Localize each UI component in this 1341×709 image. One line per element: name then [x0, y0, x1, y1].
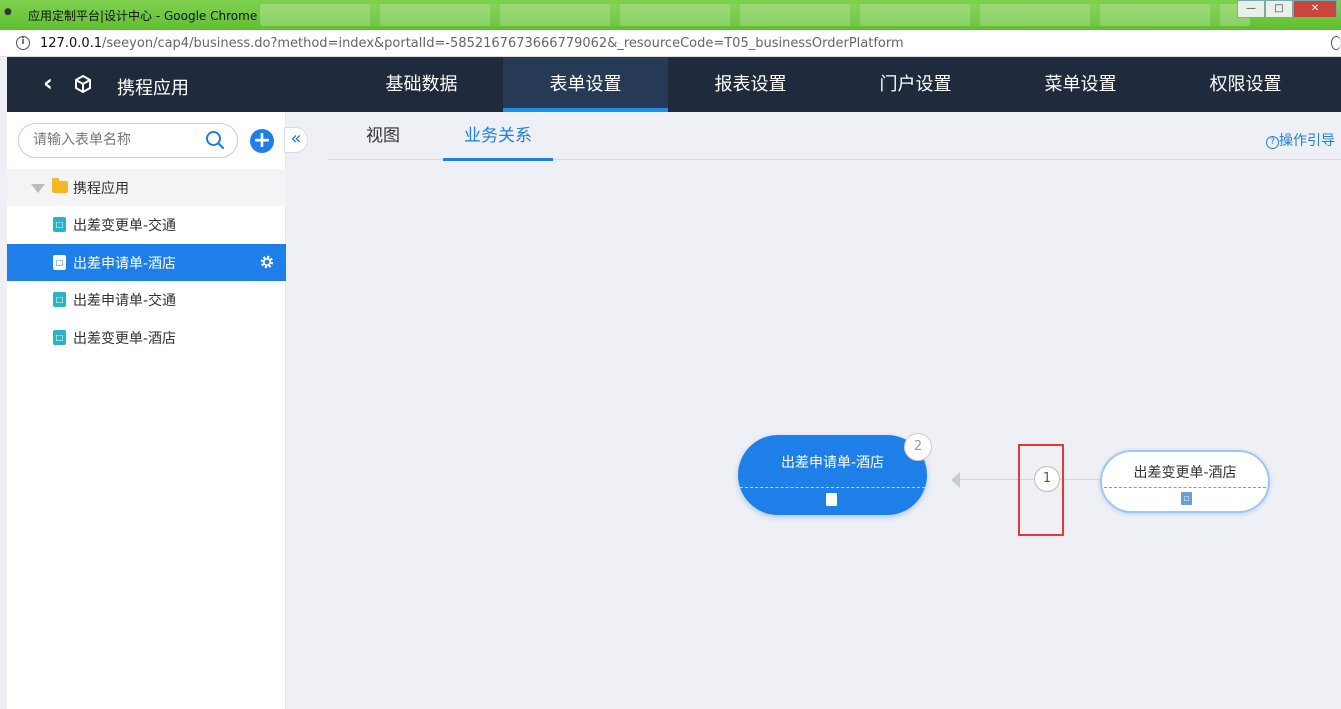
- nav-tab-report-settings[interactable]: 报表设置: [668, 57, 833, 112]
- tree-item-label: 出差申请单-酒店: [73, 256, 177, 272]
- main-node-label: 出差申请单-酒店: [780, 455, 885, 471]
- operation-guide-label: 操作引导: [1279, 133, 1335, 149]
- tab-view[interactable]: 视图: [356, 112, 410, 160]
- info-icon[interactable]: i: [16, 36, 30, 50]
- expand-triangle-icon[interactable]: [31, 184, 45, 193]
- tree-item-label: 出差变更单-酒店: [73, 331, 177, 347]
- sidebar: + 携程应用 □ 出差变更单-交通 □ 出差申请单-酒店 □ 出差申请单-交通 …: [7, 112, 286, 709]
- url-path: /seeyon/cap4/business.do?method=index&po…: [102, 36, 904, 51]
- help-icon: ?: [1266, 136, 1279, 149]
- form-file-icon: □: [53, 330, 66, 345]
- maximize-icon[interactable]: □: [1265, 0, 1293, 18]
- nav-tab-permission-settings[interactable]: 权限设置: [1163, 57, 1328, 112]
- search-input[interactable]: [33, 132, 193, 148]
- url-host: 127.0.0.1: [40, 36, 103, 51]
- tree-item[interactable]: □ 出差申请单-交通: [7, 281, 286, 318]
- nav-tab-menu-settings[interactable]: 菜单设置: [998, 57, 1163, 112]
- main-form-node[interactable]: 出差申请单-酒店: [738, 435, 927, 515]
- back-arrow-icon[interactable]: ‹: [43, 71, 63, 95]
- window-title: 应用定制平台|设计中心 - Google Chrome: [28, 9, 258, 23]
- side-node-label: 出差变更单-酒店: [1133, 465, 1237, 481]
- tree-item[interactable]: □ 出差变更单-酒店: [7, 319, 286, 356]
- tree-item-label: 出差申请单-交通: [73, 293, 177, 309]
- nav-tab-portal-settings[interactable]: 门户设置: [833, 57, 998, 112]
- main-subtabs: 视图 业务关系: [328, 112, 1341, 161]
- node-divider: [740, 487, 925, 488]
- collapse-sidebar-icon[interactable]: «: [284, 127, 308, 153]
- nav-tab-basic-data[interactable]: 基础数据: [339, 57, 504, 112]
- form-file-icon: □: [53, 217, 66, 232]
- chrome-app-icon: ●: [4, 7, 12, 17]
- folder-icon: [52, 178, 68, 193]
- document-icon: □: [1181, 492, 1192, 505]
- browser-tab-strip[interactable]: [260, 4, 1250, 26]
- document-icon: [826, 493, 837, 506]
- nav-tab-form-settings[interactable]: 表单设置: [503, 57, 668, 112]
- tree-item-selected[interactable]: □ 出差申请单-酒店: [7, 244, 286, 281]
- form-file-icon: □: [53, 292, 66, 307]
- gear-icon[interactable]: [259, 254, 275, 270]
- address-bar[interactable]: i 127.0.0.1/seeyon/cap4/business.do?meth…: [0, 30, 1341, 57]
- add-form-button[interactable]: +: [250, 129, 274, 153]
- tree-item[interactable]: □ 出差变更单-交通: [7, 206, 286, 243]
- app-header: ‹ 携程应用 基础数据 表单设置 报表设置 门户设置 菜单设置 权限设置: [7, 57, 1341, 112]
- url-text[interactable]: 127.0.0.1/seeyon/cap4/business.do?method…: [40, 36, 904, 51]
- related-form-node[interactable]: 出差变更单-酒店 □: [1100, 450, 1270, 513]
- cube-icon: [75, 74, 91, 94]
- arrow-left-icon: [951, 472, 960, 488]
- highlight-box: [1018, 444, 1064, 536]
- minimize-icon[interactable]: —: [1237, 0, 1265, 18]
- window-controls: — □ ✕: [1237, 0, 1337, 18]
- node-divider: [1104, 487, 1266, 488]
- operation-guide-link[interactable]: ? 操作引导: [1266, 130, 1335, 150]
- tree-root-node[interactable]: 携程应用: [7, 169, 286, 206]
- search-icon[interactable]: [205, 130, 225, 150]
- tree-item-label: 出差变更单-交通: [73, 218, 177, 234]
- app-name: 携程应用: [117, 78, 189, 99]
- search-box: [18, 123, 238, 158]
- zoom-icon[interactable]: [1331, 36, 1341, 50]
- tree-root-label: 携程应用: [73, 181, 129, 197]
- tab-business-relation[interactable]: 业务关系: [443, 112, 553, 161]
- close-icon[interactable]: ✕: [1293, 0, 1337, 18]
- node-count-badge: 2: [904, 433, 932, 461]
- browser-title-bar: ● 应用定制平台|设计中心 - Google Chrome — □ ✕: [0, 0, 1341, 30]
- form-file-icon: □: [53, 255, 66, 270]
